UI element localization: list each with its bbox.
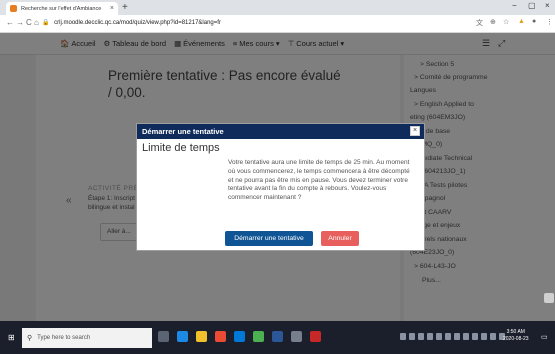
profile-icon[interactable]: ●: [532, 18, 536, 25]
notification-icon[interactable]: ▭: [541, 333, 548, 341]
time-limit-heading: Limite de temps: [142, 142, 220, 154]
file-explorer-icon[interactable]: [196, 331, 207, 342]
tray-icon[interactable]: [436, 333, 442, 340]
browser-menu-icon[interactable]: ⋮: [546, 18, 553, 26]
browser-tab[interactable]: Recherche sur l'effet d'Ambiance ×: [6, 2, 118, 15]
windows-taskbar: ⊞ ⚲ Type here to search 3:50 AM 2020-08-…: [0, 321, 555, 354]
cancel-button[interactable]: Annuler: [321, 231, 359, 246]
zoom-icon[interactable]: ⊕: [490, 18, 496, 26]
bookmark-star-icon[interactable]: ☆: [503, 18, 509, 26]
forward-button[interactable]: →: [16, 18, 24, 27]
tray-icon[interactable]: [418, 333, 424, 340]
dialog-title: Démarrer une tentative: [142, 127, 224, 136]
app-icon[interactable]: [215, 331, 226, 342]
close-window-button[interactable]: ×: [545, 1, 550, 10]
app-icon[interactable]: [310, 331, 321, 342]
start-attempt-button[interactable]: Démarrer une tentative: [225, 231, 313, 246]
time-limit-message: Votre tentative aura une limite de temps…: [228, 159, 410, 202]
windows-start-icon[interactable]: ⊞: [8, 333, 15, 342]
translate-icon[interactable]: 文: [476, 18, 483, 28]
edge-icon[interactable]: [177, 331, 188, 342]
chrome-icon[interactable]: [253, 331, 264, 342]
dialog-header: Démarrer une tentative ×: [137, 124, 424, 139]
clock-time: 3:50 AM: [506, 329, 525, 335]
moodle-favicon-icon: [10, 5, 17, 12]
settings-icon[interactable]: [291, 331, 302, 342]
scroll-to-top-button[interactable]: [544, 293, 554, 303]
tray-icon[interactable]: [409, 333, 415, 340]
tray-icon[interactable]: [463, 333, 469, 340]
taskbar-apps: [158, 331, 321, 342]
tray-icon[interactable]: [490, 333, 496, 340]
url-text: crlj.moodle.decclic.qc.ca/mod/quiz/view.…: [54, 20, 221, 26]
tray-icon[interactable]: [445, 333, 451, 340]
tray-icon[interactable]: [481, 333, 487, 340]
maximize-button[interactable]: ▢: [528, 1, 536, 10]
home-button[interactable]: ⌂: [34, 18, 39, 27]
minimize-button[interactable]: −: [512, 1, 517, 10]
reload-button[interactable]: C: [26, 18, 32, 27]
tray-icon[interactable]: [400, 333, 406, 340]
dialog-close-button[interactable]: ×: [410, 126, 420, 136]
start-attempt-dialog: Démarrer une tentative × Limite de temps…: [136, 123, 425, 251]
store-icon[interactable]: [234, 331, 245, 342]
new-tab-button[interactable]: +: [122, 2, 128, 13]
system-tray: [400, 333, 505, 340]
word-icon[interactable]: [272, 331, 283, 342]
browser-tab-bar: Recherche sur l'effet d'Ambiance × + − ▢…: [0, 0, 555, 15]
task-view-icon[interactable]: [158, 331, 169, 342]
url-field[interactable]: 🔒 crlj.moodle.decclic.qc.ca/mod/quiz/vie…: [42, 19, 221, 26]
extension-icon[interactable]: ▲: [518, 18, 525, 25]
back-button[interactable]: ←: [6, 18, 14, 27]
taskbar-search-box[interactable]: ⚲ Type here to search: [22, 328, 152, 348]
search-icon: ⚲: [27, 335, 33, 342]
lock-icon: 🔒: [42, 20, 50, 26]
moodle-page: 🏠Accueil ⚙Tableau de bord ▦Événements ≡M…: [0, 33, 555, 321]
tray-icon[interactable]: [472, 333, 478, 340]
tab-close-icon[interactable]: ×: [110, 5, 114, 12]
tab-title: Recherche sur l'effet d'Ambiance: [21, 5, 102, 12]
tray-icon[interactable]: [454, 333, 460, 340]
clock-date: 2020-08-23: [503, 336, 529, 342]
address-bar-row: ← → C ⌂ 🔒 crlj.moodle.decclic.qc.ca/mod/…: [0, 15, 555, 33]
tray-icon[interactable]: [427, 333, 433, 340]
search-placeholder: Type here to search: [37, 335, 91, 341]
taskbar-clock[interactable]: 3:50 AM 2020-08-23: [503, 329, 529, 343]
